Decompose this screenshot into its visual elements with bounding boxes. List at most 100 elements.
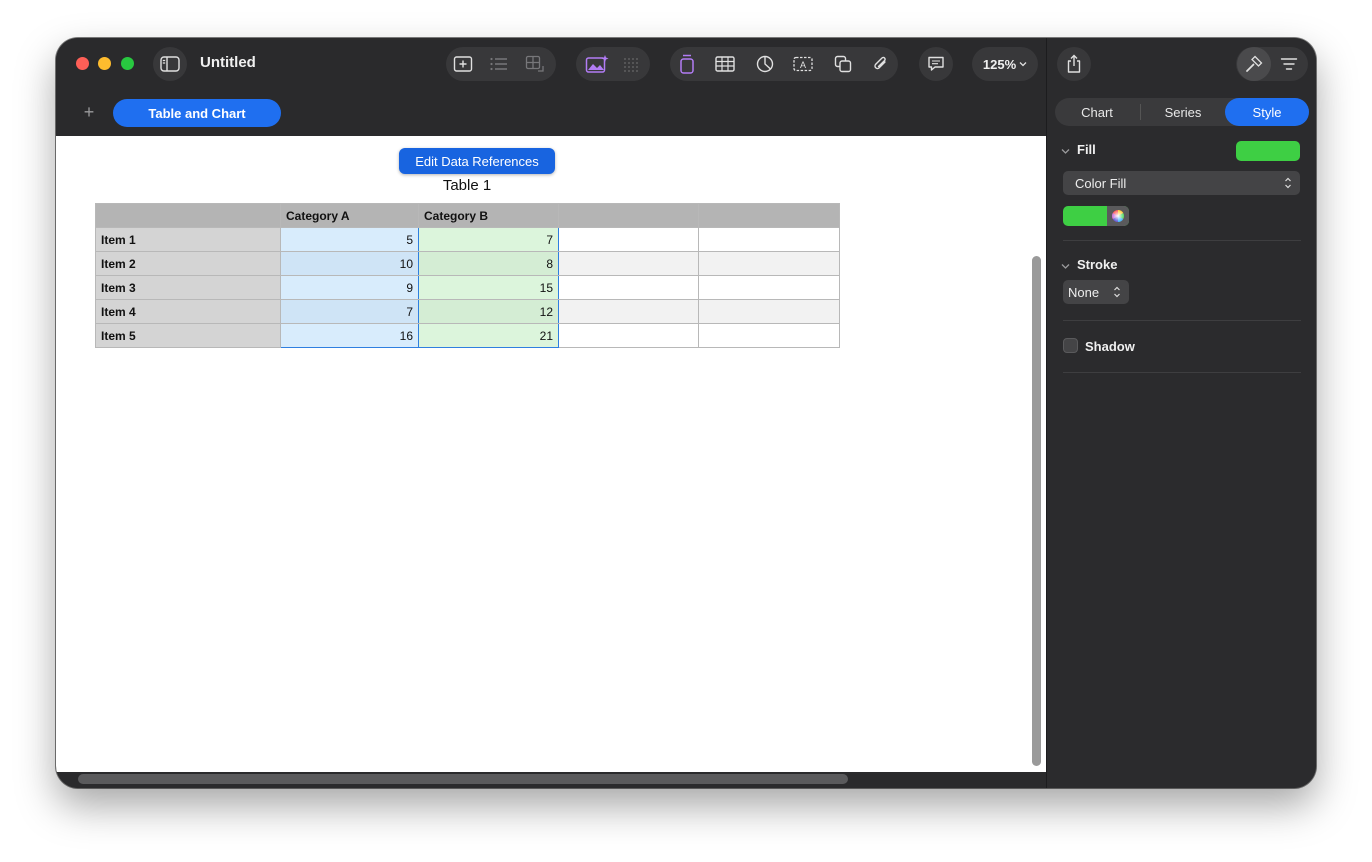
- table-row: Item 2 10 8: [95, 251, 840, 276]
- add-page-icon: [453, 56, 473, 72]
- document-canvas[interactable]: Edit Data References Table 1 Category A …: [56, 136, 1046, 772]
- table-icon: [715, 56, 735, 72]
- table-cell-icon: [525, 55, 544, 72]
- format-icon: [1246, 55, 1263, 72]
- organize-icon: [1280, 58, 1298, 70]
- table-button[interactable]: [708, 47, 742, 81]
- grid-icon: [624, 58, 638, 72]
- zoom-menu[interactable]: 125%: [972, 47, 1038, 81]
- chevron-down-icon[interactable]: [1061, 148, 1070, 155]
- category-a-cell[interactable]: 9: [280, 275, 419, 300]
- media-icon: [585, 55, 609, 73]
- empty-cell[interactable]: [698, 275, 840, 300]
- zoom-value: 125%: [982, 56, 1017, 72]
- empty-cell[interactable]: [558, 275, 699, 300]
- chevron-down-icon: [1019, 62, 1027, 67]
- fill-color-swatch[interactable]: [1236, 141, 1300, 161]
- table-row: Item 4 7 12: [95, 299, 840, 324]
- svg-text:A: A: [800, 60, 806, 70]
- table-row: Item 5 16 21: [95, 323, 840, 348]
- media-button[interactable]: [580, 47, 614, 81]
- shape-button[interactable]: [826, 47, 860, 81]
- sheet-tab[interactable]: Table and Chart: [113, 99, 281, 127]
- category-a-cell[interactable]: 5: [280, 227, 419, 252]
- format-inspector: Chart Series Style Fill Color Fill Strok…: [1046, 38, 1316, 788]
- organize-button[interactable]: [1272, 47, 1306, 81]
- header-cell[interactable]: [558, 203, 699, 228]
- empty-cell[interactable]: [698, 251, 840, 276]
- list-button[interactable]: [482, 47, 516, 81]
- tab-style[interactable]: Style: [1225, 98, 1309, 126]
- minimize-button[interactable]: [98, 57, 111, 70]
- row-label[interactable]: Item 2: [95, 251, 281, 276]
- category-a-cell[interactable]: 16: [280, 323, 419, 348]
- share-icon: [1067, 54, 1081, 73]
- empty-cell[interactable]: [558, 323, 699, 348]
- row-label[interactable]: Item 4: [95, 299, 281, 324]
- shadow-label: Shadow: [1085, 339, 1135, 354]
- table-title[interactable]: Table 1: [416, 177, 518, 194]
- section-divider: [1063, 372, 1301, 373]
- header-cell[interactable]: Category B: [418, 203, 559, 228]
- table-row: Item 3 9 15: [95, 275, 840, 300]
- text-button[interactable]: A: [786, 47, 820, 81]
- comment-button[interactable]: [919, 47, 953, 81]
- empty-cell[interactable]: [698, 323, 840, 348]
- row-label[interactable]: Item 1: [95, 227, 281, 252]
- text-box-button[interactable]: [670, 47, 704, 81]
- stroke-section-title: Stroke: [1077, 257, 1118, 272]
- updown-icon: [1285, 177, 1291, 189]
- row-label[interactable]: Item 3: [95, 275, 281, 300]
- chevron-down-icon[interactable]: [1061, 263, 1070, 270]
- tab-series[interactable]: Series: [1141, 98, 1225, 126]
- section-divider: [1063, 320, 1301, 321]
- header-cell[interactable]: [95, 203, 281, 228]
- attachment-button[interactable]: [864, 47, 898, 81]
- category-b-cell[interactable]: 15: [418, 275, 559, 300]
- empty-cell[interactable]: [558, 251, 699, 276]
- vertical-scrollbar[interactable]: [1032, 256, 1041, 766]
- fill-type-popup[interactable]: Color Fill: [1063, 171, 1300, 195]
- color-wheel-icon: [1111, 210, 1125, 222]
- horizontal-scrollbar[interactable]: [78, 774, 848, 784]
- category-b-cell[interactable]: 7: [418, 227, 559, 252]
- chart-button[interactable]: [748, 47, 782, 81]
- category-a-cell[interactable]: 10: [280, 251, 419, 276]
- fill-type-value: Color Fill: [1075, 175, 1127, 191]
- empty-cell[interactable]: [698, 299, 840, 324]
- data-table[interactable]: Category A Category B Item 1 5 7 Item 2 …: [95, 203, 840, 348]
- stroke-popup[interactable]: None: [1063, 280, 1129, 304]
- tab-chart[interactable]: Chart: [1055, 98, 1139, 126]
- empty-cell[interactable]: [558, 299, 699, 324]
- category-b-cell[interactable]: 21: [418, 323, 559, 348]
- color-picker-button[interactable]: [1107, 206, 1129, 226]
- category-b-cell[interactable]: 8: [418, 251, 559, 276]
- edit-data-references-button[interactable]: Edit Data References: [399, 148, 555, 174]
- add-sheet-button[interactable]: +: [80, 102, 98, 123]
- format-button[interactable]: [1237, 47, 1271, 81]
- text-icon: A: [793, 56, 813, 72]
- row-label[interactable]: Item 5: [95, 323, 281, 348]
- list-icon: [490, 57, 507, 71]
- table-cell-button[interactable]: [518, 47, 552, 81]
- close-button[interactable]: [76, 57, 89, 70]
- zoom-window-button[interactable]: [121, 57, 134, 70]
- sidebar-toggle-button[interactable]: [153, 47, 187, 81]
- header-cell[interactable]: Category A: [280, 203, 419, 228]
- add-page-button[interactable]: [446, 47, 480, 81]
- app-window: Untitled A 125% + Table and Chart Edit D…: [56, 38, 1316, 788]
- chart-icon: [756, 55, 774, 73]
- empty-cell[interactable]: [698, 227, 840, 252]
- grid-button[interactable]: [615, 47, 649, 81]
- share-button[interactable]: [1057, 47, 1091, 81]
- header-cell[interactable]: [698, 203, 840, 228]
- shadow-checkbox[interactable]: [1063, 338, 1078, 353]
- fill-section-title: Fill: [1077, 142, 1096, 157]
- inspector-tabs: Chart Series Style: [1055, 98, 1309, 126]
- category-a-cell[interactable]: 7: [280, 299, 419, 324]
- empty-cell[interactable]: [558, 227, 699, 252]
- category-b-cell[interactable]: 12: [418, 299, 559, 324]
- comment-icon: [928, 56, 944, 71]
- attachment-icon: [874, 56, 886, 70]
- document-title: Untitled: [200, 54, 256, 71]
